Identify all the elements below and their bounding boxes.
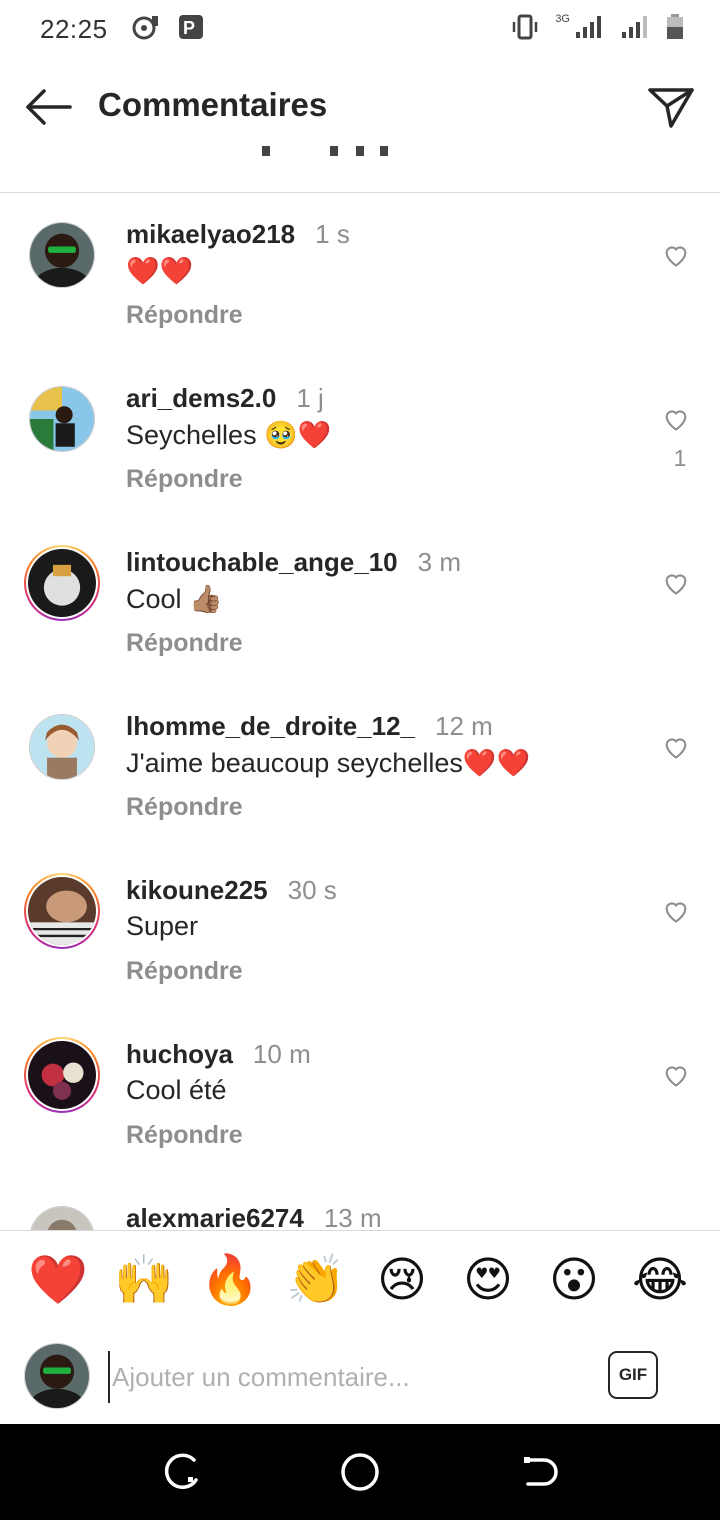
parking-icon: P bbox=[179, 15, 203, 39]
comment-time: 1 j bbox=[296, 383, 324, 413]
network-type: 3G bbox=[555, 13, 570, 25]
reply-button[interactable]: Répondre bbox=[126, 1121, 243, 1150]
comment-time: 3 m bbox=[417, 547, 461, 577]
comment-item: ari_dems2.0 1 j Seychelles 🥹❤️ Répondre bbox=[0, 357, 720, 521]
reply-button[interactable]: Répondre bbox=[126, 957, 243, 986]
arrow-left-icon bbox=[26, 89, 72, 125]
comment-text: Super bbox=[126, 911, 199, 941]
comment-username[interactable]: alexmarie6274 13 m bbox=[126, 1203, 382, 1230]
heart-icon[interactable] bbox=[662, 897, 690, 925]
comment-item: alexmarie6274 13 m bbox=[0, 1177, 720, 1230]
comment-text: Seychelles 🥹❤️ bbox=[126, 420, 332, 450]
comment-item: huchoya 10 m Cool été Répondre bbox=[0, 1013, 720, 1177]
status-bar: 22:25 P 3G bbox=[0, 0, 720, 62]
avatar-story-ring[interactable] bbox=[24, 873, 100, 949]
reply-button[interactable]: Répondre bbox=[126, 465, 243, 494]
back-nav-icon[interactable] bbox=[518, 1450, 562, 1494]
like-count: 1 bbox=[673, 445, 687, 471]
heart-icon[interactable] bbox=[662, 1061, 690, 1089]
comment-time: 12 m bbox=[435, 711, 493, 741]
comment-username[interactable]: lintouchable_ange_10 3 m bbox=[126, 547, 461, 578]
comment-list[interactable]: mikaelyao218 1 s ❤️❤️ Répondre ari_dems2.… bbox=[0, 193, 720, 1230]
signal-icon bbox=[576, 16, 601, 38]
emoji-raised-hands-button[interactable]: 🙌 bbox=[114, 1251, 174, 1311]
avatar[interactable] bbox=[28, 385, 96, 453]
comment-item: mikaelyao218 1 s ❤️❤️ Répondre bbox=[0, 193, 720, 357]
avatar-story-ring[interactable] bbox=[24, 545, 100, 621]
comment-item: kikoune225 30 s Super Répondre bbox=[0, 849, 720, 1013]
app-header: Commentaires bbox=[0, 62, 720, 150]
svg-text:P: P bbox=[183, 18, 195, 38]
avatar[interactable] bbox=[28, 1205, 96, 1230]
vibrate-icon bbox=[513, 14, 538, 40]
system-nav-bar bbox=[0, 1424, 720, 1520]
heart-icon[interactable] bbox=[662, 733, 690, 761]
send-icon bbox=[648, 88, 694, 128]
battery-icon bbox=[667, 14, 683, 39]
back-button[interactable] bbox=[22, 82, 74, 132]
emoji-surprised-button[interactable]: 😮 bbox=[544, 1251, 604, 1311]
comment-composer: GIF bbox=[0, 1329, 720, 1424]
caption-clipped bbox=[0, 146, 720, 160]
avatar[interactable] bbox=[28, 221, 96, 289]
emoji-clap-button[interactable]: 👏 bbox=[286, 1251, 346, 1311]
heart-icon[interactable] bbox=[662, 569, 690, 597]
comment-time: 30 s bbox=[287, 875, 337, 905]
comment-item: lhomme_de_droite_12_ 12 m J'aime beaucoup… bbox=[0, 685, 720, 849]
page-title: Commentaires bbox=[98, 86, 328, 123]
quick-reaction-bar: ❤️ 🙌 🔥 👏 😢 😍 😮 😂 bbox=[0, 1230, 720, 1330]
signal-icon-2 bbox=[622, 16, 647, 38]
emoji-laughing-button[interactable]: 😂 bbox=[630, 1251, 690, 1311]
comment-username[interactable]: ari_dems2.0 1 j bbox=[126, 383, 324, 414]
comment-time: 10 m bbox=[252, 1039, 311, 1069]
comment-username[interactable]: kikoune225 30 s bbox=[126, 875, 337, 906]
emoji-heart-eyes-button[interactable]: 😍 bbox=[458, 1251, 518, 1311]
comment-time: 13 m bbox=[323, 1203, 382, 1230]
comment-text: ❤️❤️ bbox=[126, 256, 194, 286]
comment-text: J'aime beaucoup seychelles❤️❤️ bbox=[126, 748, 531, 778]
emoji-heart-button[interactable]: ❤️ bbox=[28, 1251, 88, 1311]
comment-username[interactable]: mikaelyao218 1 s bbox=[126, 219, 350, 250]
recent-apps-icon[interactable] bbox=[158, 1450, 202, 1494]
comment-username[interactable]: lhomme_de_droite_12_ 12 m bbox=[126, 711, 493, 742]
home-icon[interactable] bbox=[338, 1450, 382, 1494]
heart-icon[interactable] bbox=[662, 241, 690, 269]
emoji-fire-button[interactable]: 🔥 bbox=[200, 1251, 260, 1311]
status-time: 22:25 bbox=[40, 14, 108, 44]
share-button[interactable] bbox=[646, 82, 696, 132]
comment-text: Cool été bbox=[126, 1075, 227, 1105]
emoji-crying-button[interactable]: 😢 bbox=[372, 1251, 432, 1311]
avatar[interactable] bbox=[28, 713, 96, 781]
comment-input[interactable] bbox=[108, 1351, 584, 1403]
comment-username[interactable]: huchoya 10 m bbox=[126, 1039, 311, 1070]
reply-button[interactable]: Répondre bbox=[126, 301, 243, 330]
reply-button[interactable]: Répondre bbox=[126, 629, 243, 658]
reply-button[interactable]: Répondre bbox=[126, 793, 243, 822]
comment-text: Cool 👍🏽 bbox=[126, 584, 223, 614]
current-user-avatar bbox=[24, 1343, 90, 1409]
comment-item: lintouchable_ange_10 3 m Cool 👍🏽 Répondre bbox=[0, 521, 720, 685]
media-icon bbox=[132, 16, 158, 40]
comment-time: 1 s bbox=[315, 219, 350, 249]
avatar-story-ring[interactable] bbox=[24, 1037, 100, 1113]
gif-button[interactable]: GIF bbox=[608, 1351, 658, 1399]
heart-icon[interactable] bbox=[662, 405, 690, 433]
